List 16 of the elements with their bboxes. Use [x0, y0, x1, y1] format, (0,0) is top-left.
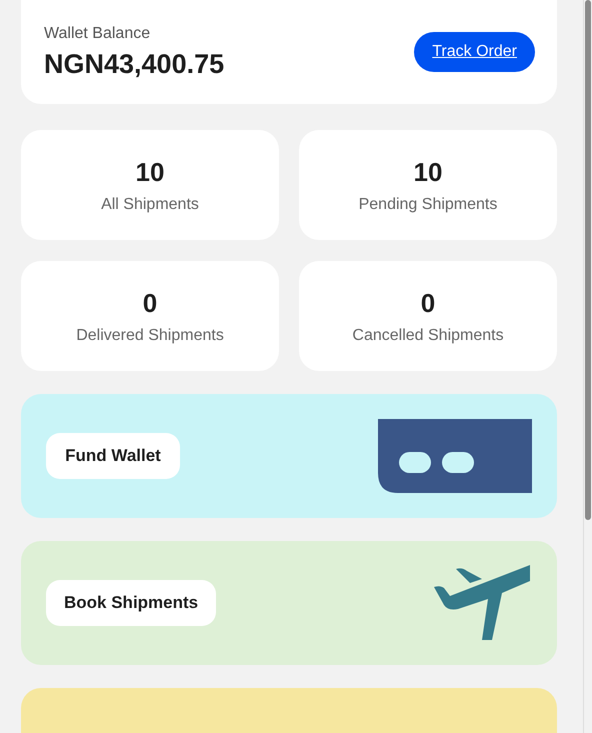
stat-value: 0 [420, 288, 436, 318]
action-button[interactable]: Fund Wallet [46, 433, 180, 479]
scrollbar[interactable] [583, 0, 592, 733]
action-button[interactable]: Book Shipments [46, 580, 216, 626]
balance-label: Wallet Balance [44, 24, 152, 42]
stat-label: Cancelled Shipments [352, 326, 504, 344]
balance-amount: NGN43,400.75 [44, 48, 224, 80]
track-order-button[interactable]: Track Order [414, 32, 535, 72]
stat-label: Pending Shipments [358, 196, 498, 214]
stat-label: All Shipments [101, 196, 199, 214]
wallet-icon [378, 419, 532, 493]
airplane-icon [432, 565, 532, 641]
stat-label: Delivered Shipments [76, 326, 224, 344]
stat-value: 10 [414, 156, 442, 188]
stat-value: 0 [142, 288, 158, 318]
stat-value: 10 [136, 156, 164, 188]
